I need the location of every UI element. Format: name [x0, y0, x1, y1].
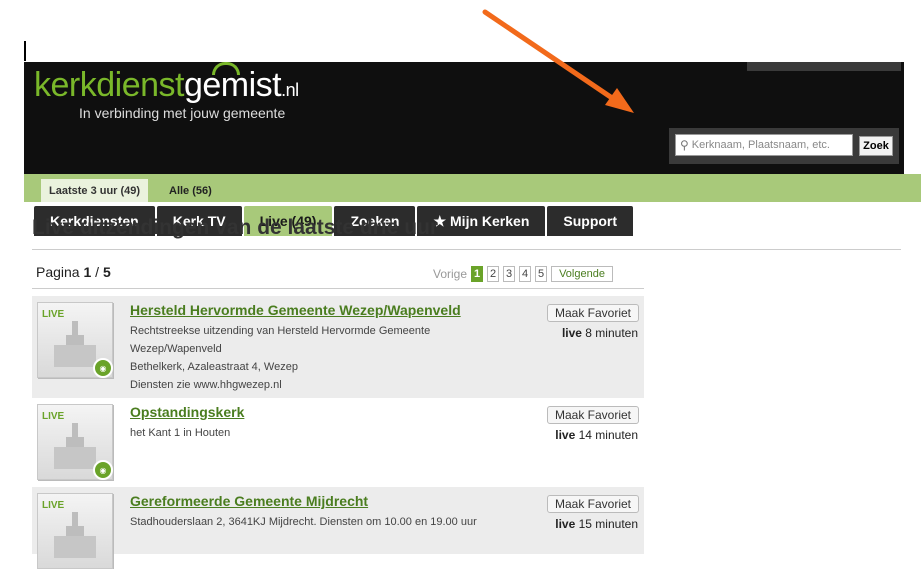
annotation-arrow [482, 9, 634, 113]
